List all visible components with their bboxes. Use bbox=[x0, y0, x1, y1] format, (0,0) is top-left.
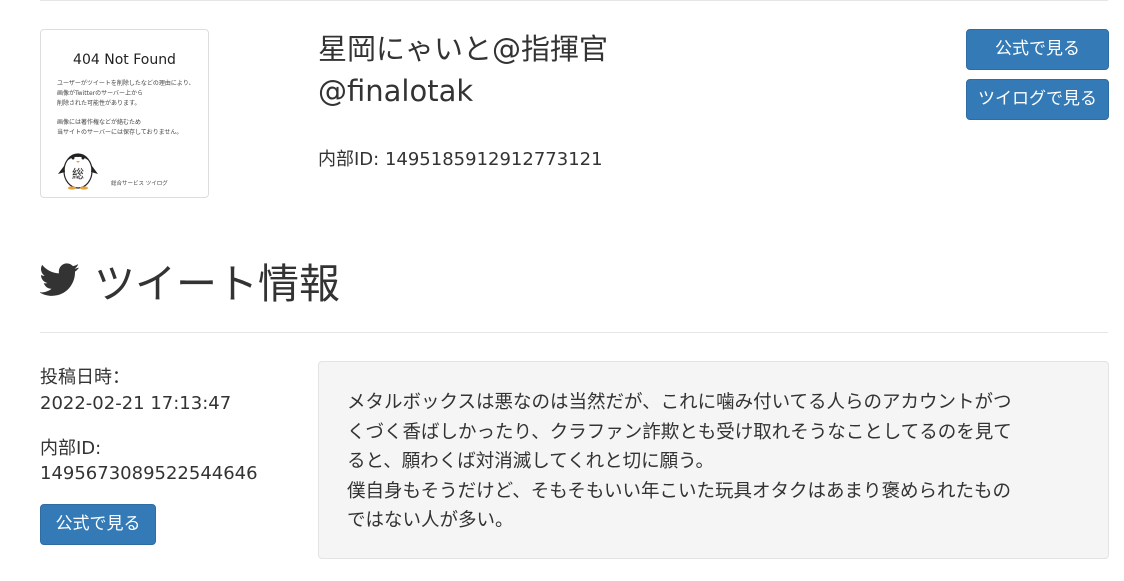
not-found-title: 404 Not Found bbox=[73, 52, 176, 68]
not-found-footer: 総合サービス ツイログ bbox=[111, 181, 168, 187]
not-found-text-5: 当サイトのサーバーには保存しておりません。 bbox=[57, 129, 183, 136]
not-found-text-4: 画像には著作権などが絡むため bbox=[57, 119, 142, 126]
section-divider bbox=[40, 332, 1108, 333]
not-found-text-1: ユーザーがツイートを削除したなどの理由により、 bbox=[57, 80, 195, 87]
tweet-info-heading: ツイート情報 bbox=[40, 250, 340, 310]
not-found-text-3: 削除された可能性があります。 bbox=[57, 100, 141, 107]
tweet-text-line: くづく香ばしかったり、クラファン詐欺とも受け取れそうなことしてるのを見て bbox=[347, 421, 1012, 443]
mascot-character: 総 bbox=[72, 167, 84, 181]
tweet-id-value: 1495673089522544646 bbox=[40, 463, 258, 484]
penguin-mascot-icon: 総 bbox=[58, 153, 98, 190]
tweet-text-line: ではない人が多い。 bbox=[347, 510, 514, 531]
tweet-text-line: 僕自身もそうだけど、そもそもいい年こいた玩具オタクはあまり褒められたもの bbox=[347, 480, 1011, 502]
user-internal-id: 内部ID: 1495185912912773121 bbox=[318, 149, 603, 170]
tweet-id-label: 内部ID: bbox=[40, 438, 102, 459]
view-official-tweet-button[interactable]: 公式で見る bbox=[40, 504, 156, 545]
tweet-text-line: ると、願わくば対消滅してくれと切に願う。 bbox=[347, 451, 715, 472]
section-title-text: ツイート情報 bbox=[94, 260, 340, 308]
tweet-text-line: メタルボックスは悪なのは当然だが、これに噛み付いてる人らのアカウントがつ bbox=[347, 392, 1012, 413]
twitter-bird-icon bbox=[40, 263, 80, 296]
profile-avatar: 404 Not Found ユーザーがツイートを削除したなどの理由により、 画像… bbox=[40, 29, 209, 198]
not-found-text-2: 画像がTwitterのサーバー上から bbox=[57, 90, 144, 97]
user-display-name: 星岡にゃいと@指揮官 bbox=[318, 32, 609, 66]
top-divider bbox=[40, 0, 1108, 1]
view-official-profile-button[interactable]: 公式で見る bbox=[966, 29, 1109, 70]
posted-at-label: 投稿日時： bbox=[40, 367, 130, 388]
posted-at-value: 2022-02-21 17:13:47 bbox=[40, 393, 232, 414]
view-on-twilog-button[interactable]: ツイログで見る bbox=[966, 79, 1109, 120]
tweet-text-box: メタルボックスは悪なのは当然だが、これに噛み付いてる人らのアカウントがつ くづく… bbox=[318, 361, 1109, 559]
user-handle: @finalotak bbox=[318, 74, 474, 108]
